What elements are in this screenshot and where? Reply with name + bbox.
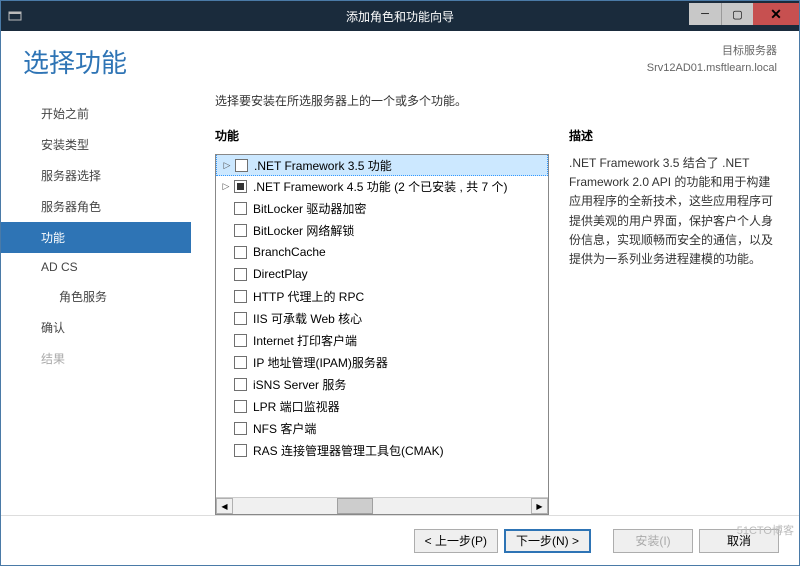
features-column: 功能 ▷ .NET Framework 3.5 功能 ▷ .NET Framework… (215, 127, 549, 515)
feature-checkbox[interactable] (234, 334, 247, 347)
feature-label: BitLocker 网络解锁 (253, 222, 354, 239)
watermark: 51CTO博客 (737, 522, 794, 538)
page-title: 选择功能 (23, 43, 127, 80)
feature-row[interactable]: ▷ .NET Framework 4.5 功能 (2 个已安装 , 共 7 个) (216, 175, 548, 197)
nav-before-begin[interactable]: 开始之前 (1, 98, 191, 129)
feature-row[interactable]: ▷BitLocker 网络解锁 (216, 219, 548, 241)
feature-checkbox[interactable] (234, 378, 247, 391)
feature-row[interactable]: ▷BranchCache (216, 241, 548, 263)
nav-features[interactable]: 功能 (1, 222, 191, 253)
nav-server-roles[interactable]: 服务器角色 (1, 191, 191, 222)
feature-row[interactable]: ▷NFS 客户端 (216, 417, 548, 439)
feature-label: BranchCache (253, 245, 326, 259)
install-button: 安装(I) (613, 529, 693, 553)
minimize-button[interactable]: ─ (689, 3, 721, 25)
window-title: 添加角色和功能向导 (346, 8, 454, 25)
horizontal-scrollbar[interactable]: ◀ ▶ (216, 497, 548, 514)
feature-checkbox[interactable] (234, 422, 247, 435)
feature-row[interactable]: ▷Internet 打印客户端 (216, 329, 548, 351)
nav-confirmation[interactable]: 确认 (1, 312, 191, 343)
feature-checkbox[interactable] (234, 356, 247, 369)
feature-label: .NET Framework 4.5 功能 (2 个已安装 , 共 7 个) (253, 178, 508, 195)
target-label: 目标服务器 (647, 43, 777, 60)
feature-label: IP 地址管理(IPAM)服务器 (253, 354, 388, 371)
features-label: 功能 (215, 127, 549, 144)
feature-label: HTTP 代理上的 RPC (253, 288, 364, 305)
window-buttons: ─ ▢ ✕ (689, 7, 799, 25)
feature-checkbox[interactable] (234, 290, 247, 303)
nav-role-services[interactable]: 角色服务 (1, 281, 191, 312)
close-button[interactable]: ✕ (753, 3, 799, 25)
target-server-info: 目标服务器 Srv12AD01.msftlearn.local (647, 43, 777, 76)
feature-label: .NET Framework 3.5 功能 (254, 157, 392, 174)
titlebar: 添加角色和功能向导 ─ ▢ ✕ (1, 1, 799, 31)
feature-checkbox[interactable] (234, 180, 247, 193)
feature-label: IIS 可承载 Web 核心 (253, 310, 362, 327)
app-icon (1, 9, 29, 23)
nav-server-selection[interactable]: 服务器选择 (1, 160, 191, 191)
feature-checkbox[interactable] (234, 224, 247, 237)
main-content: 选择要安装在所选服务器上的一个或多个功能。 功能 ▷ .NET Framework… (191, 86, 799, 515)
feature-row[interactable]: ▷ .NET Framework 3.5 功能 (216, 155, 548, 176)
features-tree[interactable]: ▷ .NET Framework 3.5 功能 ▷ .NET Framework 4.… (216, 155, 548, 497)
expand-icon[interactable]: ▷ (220, 181, 232, 192)
expand-icon[interactable]: ▷ (221, 160, 233, 171)
description-column: 描述 .NET Framework 3.5 结合了 .NET Framework… (569, 127, 779, 515)
feature-checkbox[interactable] (234, 400, 247, 413)
maximize-button[interactable]: ▢ (721, 3, 753, 25)
scroll-left-arrow[interactable]: ◀ (216, 498, 233, 514)
next-button[interactable]: 下一步(N) > (504, 529, 591, 553)
feature-row[interactable]: ▷DirectPlay (216, 263, 548, 285)
features-tree-container: ▷ .NET Framework 3.5 功能 ▷ .NET Framework 4.… (215, 154, 549, 515)
footer: < 上一步(P) 下一步(N) > 安装(I) 取消 (1, 515, 799, 565)
content-columns: 功能 ▷ .NET Framework 3.5 功能 ▷ .NET Framework… (215, 127, 779, 515)
instruction-text: 选择要安装在所选服务器上的一个或多个功能。 (215, 92, 779, 109)
target-server: Srv12AD01.msftlearn.local (647, 60, 777, 77)
feature-checkbox[interactable] (234, 312, 247, 325)
scroll-right-arrow[interactable]: ▶ (531, 498, 548, 514)
feature-row[interactable]: ▷HTTP 代理上的 RPC (216, 285, 548, 307)
scroll-thumb[interactable] (337, 498, 373, 514)
feature-label: RAS 连接管理器管理工具包(CMAK) (253, 442, 444, 459)
body: 开始之前 安装类型 服务器选择 服务器角色 功能 AD CS 角色服务 确认 结… (1, 86, 799, 515)
feature-row[interactable]: ▷LPR 端口监视器 (216, 395, 548, 417)
feature-label: iSNS Server 服务 (253, 376, 346, 393)
feature-label: Internet 打印客户端 (253, 332, 357, 349)
nav-results: 结果 (1, 343, 191, 374)
feature-row[interactable]: ▷RAS 连接管理器管理工具包(CMAK) (216, 439, 548, 461)
feature-row[interactable]: ▷IIS 可承载 Web 核心 (216, 307, 548, 329)
feature-label: BitLocker 驱动器加密 (253, 200, 366, 217)
feature-row[interactable]: ▷iSNS Server 服务 (216, 373, 548, 395)
wizard-window: 添加角色和功能向导 ─ ▢ ✕ 选择功能 目标服务器 Srv12AD01.msf… (0, 0, 800, 566)
feature-checkbox[interactable] (234, 268, 247, 281)
feature-checkbox[interactable] (234, 202, 247, 215)
feature-label: NFS 客户端 (253, 420, 316, 437)
previous-button[interactable]: < 上一步(P) (414, 529, 498, 553)
feature-checkbox[interactable] (234, 444, 247, 457)
description-label: 描述 (569, 127, 779, 144)
feature-row[interactable]: ▷IP 地址管理(IPAM)服务器 (216, 351, 548, 373)
feature-checkbox[interactable] (234, 246, 247, 259)
header: 选择功能 目标服务器 Srv12AD01.msftlearn.local (1, 31, 799, 86)
feature-row[interactable]: ▷BitLocker 驱动器加密 (216, 197, 548, 219)
scroll-track[interactable] (233, 498, 531, 514)
nav-ad-cs[interactable]: AD CS (1, 253, 191, 281)
feature-label: DirectPlay (253, 267, 308, 281)
description-text: .NET Framework 3.5 结合了 .NET Framework 2.… (569, 154, 779, 269)
feature-label: LPR 端口监视器 (253, 398, 340, 415)
nav-sidebar: 开始之前 安装类型 服务器选择 服务器角色 功能 AD CS 角色服务 确认 结… (1, 86, 191, 515)
nav-install-type[interactable]: 安装类型 (1, 129, 191, 160)
feature-checkbox[interactable] (235, 159, 248, 172)
